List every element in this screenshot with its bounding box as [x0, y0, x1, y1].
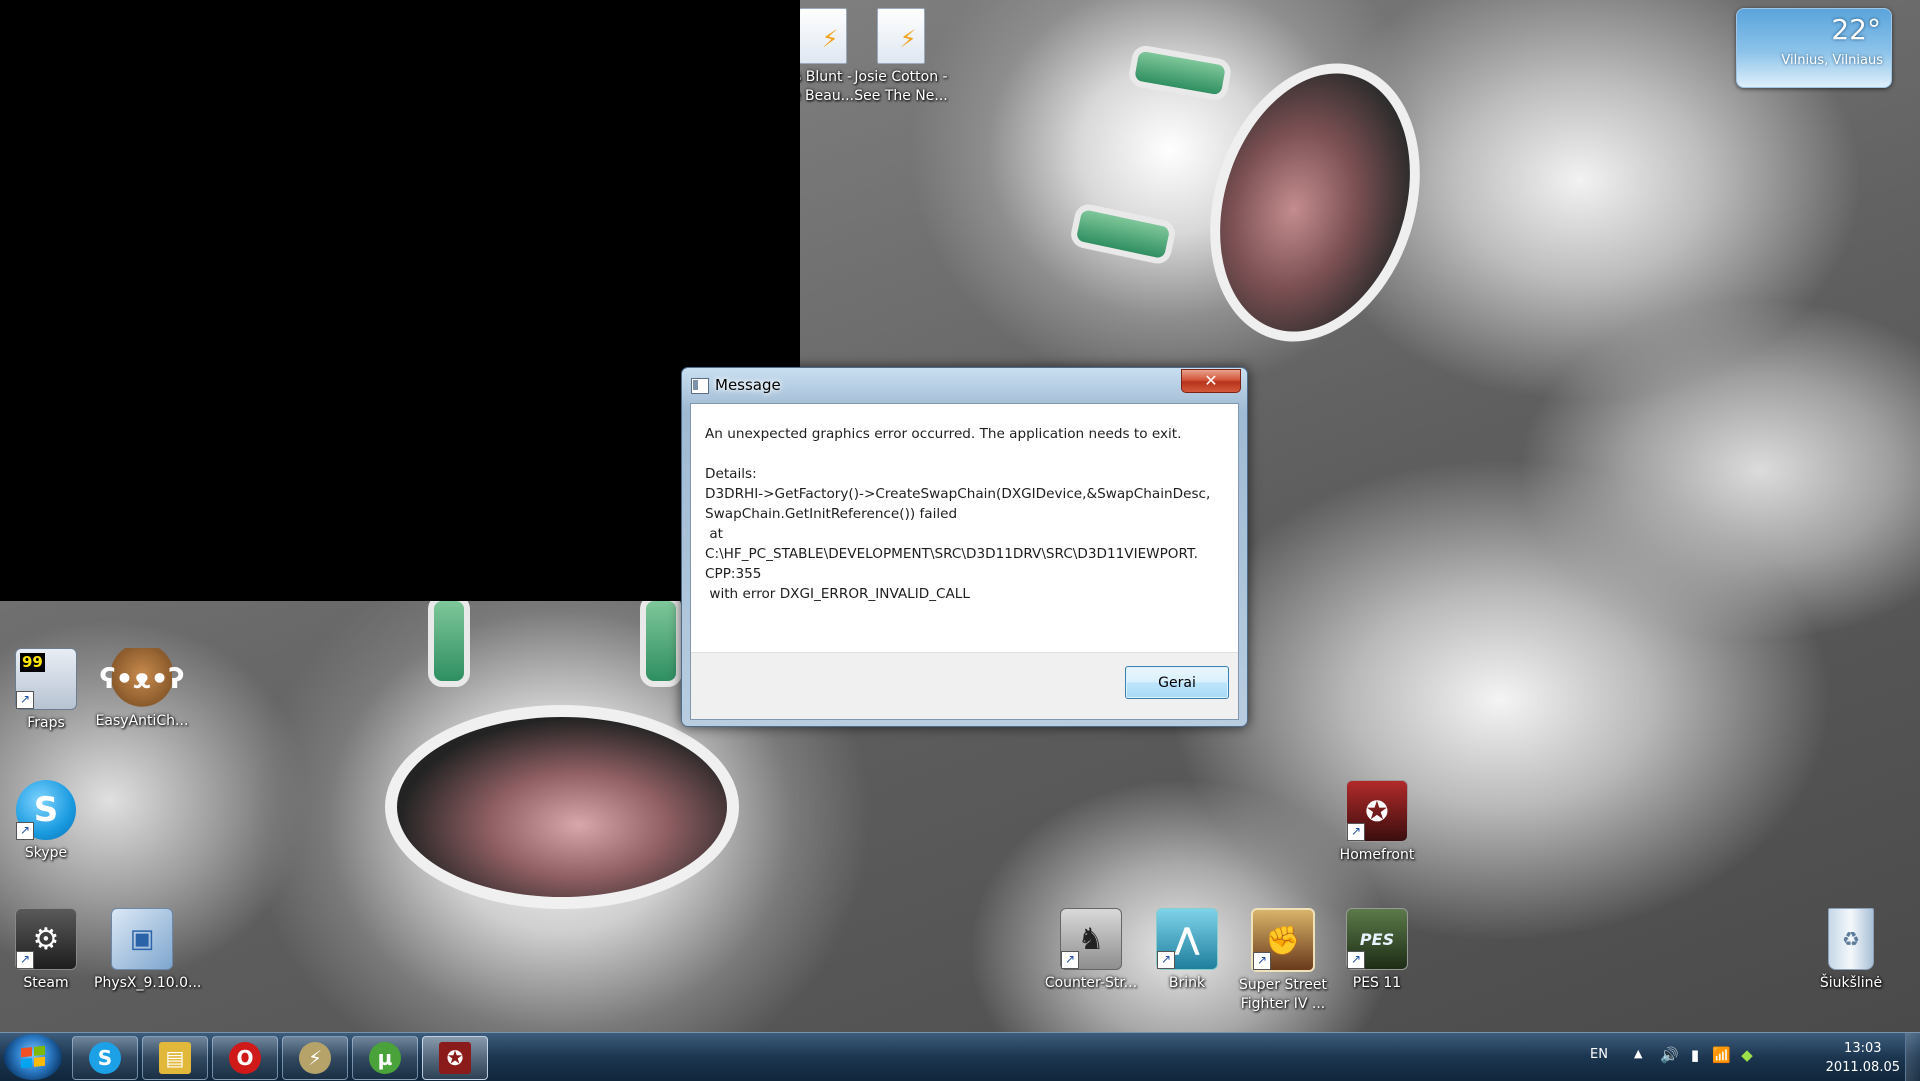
close-button[interactable]: ✕ — [1181, 369, 1241, 393]
desktop-icon-label: EasyAntiCh... — [95, 713, 189, 729]
desktop-icon-easyanticheat[interactable]: ʕ•ᴥ•ʔ EasyAntiCh... — [94, 648, 190, 731]
dialog-body: An unexpected graphics error occurred. T… — [690, 403, 1239, 720]
folder-icon: ▤ — [159, 1042, 191, 1074]
desktop-icon-recycle-bin[interactable]: ♻ Šiukšlinė — [1803, 908, 1899, 993]
desktop-icon-label: Super Street — [1238, 977, 1327, 993]
desktop-icon-pes11[interactable]: PES ↗ PES 11 — [1329, 908, 1425, 993]
start-button[interactable] — [4, 1034, 62, 1080]
opera-icon: O — [229, 1042, 261, 1074]
desktop-icon-fraps[interactable]: 99 ↗ Fraps — [0, 648, 94, 733]
desktop-icon-brink[interactable]: ⋀ ↗ Brink — [1139, 908, 1235, 993]
recycle-bin-icon: ♻ — [1828, 908, 1874, 970]
wallpaper-eye — [1127, 43, 1233, 103]
skype-icon: S ↗ — [16, 780, 76, 840]
installer-icon: ▣ — [111, 908, 173, 970]
counter-strike-icon: ♞ ↗ — [1060, 908, 1122, 970]
shortcut-arrow-icon: ↗ — [16, 691, 34, 709]
desktop-icon-counter-strike[interactable]: ♞ ↗ Counter-Str... — [1043, 908, 1139, 993]
weather-location: Vilnius, Vilniaus — [1781, 53, 1883, 68]
desktop-icon-label: Steam — [23, 975, 69, 991]
show-desktop-button[interactable] — [1905, 1033, 1920, 1081]
volume-icon[interactable]: 🔊 — [1660, 1046, 1679, 1064]
shortcut-arrow-icon: ↗ — [1347, 951, 1365, 969]
window-icon — [691, 378, 709, 394]
ok-button[interactable]: Gerai — [1125, 666, 1229, 699]
black-game-window — [0, 0, 800, 601]
weather-temperature: 22° — [1831, 13, 1881, 46]
utorrent-icon: µ — [369, 1042, 401, 1074]
clock-date: 2011.08.05 — [1825, 1060, 1900, 1075]
brink-icon: ⋀ ↗ — [1156, 908, 1218, 970]
audio-file-icon: ⚡ — [799, 8, 847, 64]
wallpaper-eye — [640, 595, 682, 687]
wallpaper-mouth — [385, 705, 739, 909]
winamp-icon: ⚡ — [299, 1042, 331, 1074]
notification-icon[interactable]: ◆ — [1738, 1046, 1756, 1064]
desktop-icon-label: Josie Cotton - — [854, 69, 948, 85]
show-hidden-icons-button[interactable]: ▲ — [1634, 1047, 1642, 1060]
shortcut-arrow-icon: ↗ — [16, 822, 34, 840]
pes-icon: PES ↗ — [1346, 908, 1408, 970]
battery-icon[interactable]: ▮ — [1686, 1046, 1704, 1064]
taskbar-homefront-button[interactable]: ✪ — [422, 1036, 488, 1080]
network-icon[interactable]: 📶 — [1712, 1046, 1731, 1064]
wallpaper-eye — [1068, 201, 1178, 267]
taskbar-utorrent-button[interactable]: µ — [352, 1036, 418, 1080]
dialog-footer: Gerai — [691, 652, 1238, 719]
desktop-icon-steam[interactable]: ⚙ ↗ Steam — [0, 908, 94, 993]
desktop-icon-skype[interactable]: S ↗ Skype — [0, 780, 94, 863]
wallpaper-eye — [428, 595, 470, 687]
dialog-titlebar[interactable]: Message ✕ — [682, 368, 1247, 402]
desktop-icon-physx[interactable]: ▣ PhysX_9.10.0... — [94, 908, 202, 993]
taskbar-opera-button[interactable]: O — [212, 1036, 278, 1080]
system-tray: EN ▲ 🔊 ▮ 📶 ◆ 13:03 2011.08.05 — [1590, 1033, 1920, 1081]
shortcut-arrow-icon: ↗ — [1347, 823, 1365, 841]
desktop-icon-sf4[interactable]: ✊ ↗ Super Street Fighter IV ... — [1235, 908, 1331, 1014]
desktop-icon-label: PhysX_9.10.0... — [94, 975, 202, 991]
desktop-icon-homefront[interactable]: ✪ ↗ Homefront — [1329, 780, 1425, 865]
desktop-icon-label: Fraps — [27, 715, 65, 731]
shortcut-arrow-icon: ↗ — [16, 951, 34, 969]
taskbar: S ▤ O ⚡ µ ✪ EN ▲ 🔊 ▮ 📶 ◆ 13:03 2011.08.0… — [0, 1032, 1920, 1081]
desktop-icon-label: Counter-Str... — [1044, 975, 1138, 991]
shortcut-arrow-icon: ↗ — [1061, 951, 1079, 969]
weather-gadget[interactable]: 22° Vilnius, Vilniaus — [1736, 8, 1892, 88]
error-message-text: An unexpected graphics error occurred. T… — [705, 426, 1211, 602]
language-indicator[interactable]: EN — [1590, 1047, 1608, 1062]
windows-logo-icon — [21, 1045, 45, 1069]
desktop-icon-label: Šiukšlinė — [1819, 975, 1883, 991]
fraps-badge: 99 — [20, 653, 45, 672]
homefront-icon: ✪ ↗ — [1346, 780, 1408, 842]
clock[interactable]: 13:03 2011.08.05 — [1826, 1039, 1900, 1077]
shortcut-arrow-icon: ↗ — [1253, 952, 1271, 970]
taskbar-winamp-button[interactable]: ⚡ — [282, 1036, 348, 1080]
desktop-icon-josie-cotton[interactable]: ⚡ Josie Cotton - See The Ne... — [853, 8, 949, 106]
teddy-bear-icon: ʕ•ᴥ•ʔ — [99, 648, 185, 708]
desktop-icon-label: Fighter IV ... — [1240, 996, 1326, 1012]
skype-icon: S — [89, 1042, 121, 1074]
desktop-icon-label: Homefront — [1339, 847, 1415, 863]
clock-time: 13:03 — [1844, 1041, 1882, 1056]
taskbar-explorer-button[interactable]: ▤ — [142, 1036, 208, 1080]
fraps-icon: 99 ↗ — [15, 648, 77, 710]
desktop-icon-label: See The Ne... — [854, 88, 948, 104]
desktop-icon-label: Brink — [1168, 975, 1206, 991]
dialog-title: Message — [715, 376, 781, 394]
homefront-icon: ✪ — [439, 1042, 471, 1074]
audio-file-icon: ⚡ — [877, 8, 925, 64]
desktop-icon-label: PES 11 — [1352, 975, 1402, 991]
desktop-icon-label: Skype — [24, 845, 68, 861]
shortcut-arrow-icon: ↗ — [1157, 951, 1175, 969]
steam-icon: ⚙ ↗ — [15, 908, 77, 970]
error-message-dialog: Message ✕ An unexpected graphics error o… — [681, 367, 1248, 727]
taskbar-skype-button[interactable]: S — [72, 1036, 138, 1080]
street-fighter-icon: ✊ ↗ — [1251, 908, 1315, 972]
